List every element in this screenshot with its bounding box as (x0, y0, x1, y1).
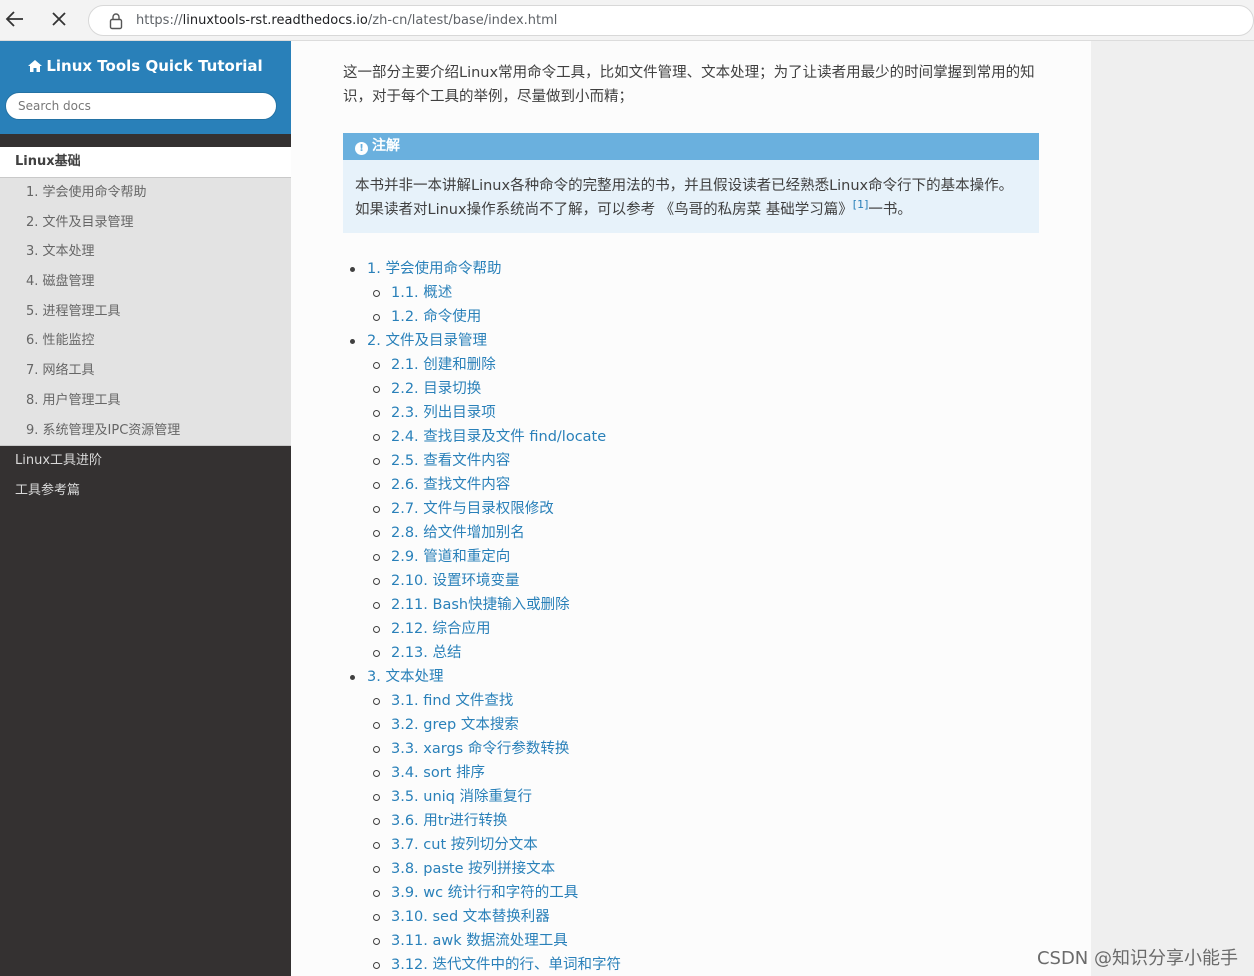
sidebar-item-section[interactable]: 工具参考篇 (0, 476, 291, 506)
toc-item: 3. 文本处理 (343, 665, 1043, 689)
lock-icon[interactable] (109, 12, 123, 30)
sidebar-gap (0, 134, 291, 147)
toc-item: 2.4. 查找目录及文件 find/locate (343, 425, 1043, 449)
toc-item: 1.1. 概述 (343, 281, 1043, 305)
toc-link[interactable]: 1.2. 命令使用 (391, 309, 481, 325)
toc-item: 3.3. xargs 命令行参数转换 (343, 737, 1043, 761)
toc-link[interactable]: 2.7. 文件与目录权限修改 (391, 501, 554, 517)
toc-link[interactable]: 2.9. 管道和重定向 (391, 549, 510, 565)
sidebar-header: Linux Tools Quick Tutorial (0, 41, 291, 134)
address-bar[interactable]: https://linuxtools-rst.readthedocs.io/zh… (88, 5, 1254, 36)
toc-link[interactable]: 2.12. 综合应用 (391, 621, 491, 637)
footnote-link[interactable]: [1] (853, 198, 869, 211)
toc-item: 3.1. find 文件查找 (343, 689, 1043, 713)
toc-link[interactable]: 2.2. 目录切换 (391, 381, 481, 397)
home-icon (28, 58, 43, 72)
toc-link[interactable]: 3.1. find 文件查找 (391, 693, 513, 709)
sidebar-item-section[interactable]: Linux工具进阶 (0, 446, 291, 476)
toc-item: 2.6. 查找文件内容 (343, 473, 1043, 497)
sidebar-sub-item[interactable]: 9. 系统管理及IPC资源管理 (0, 416, 291, 446)
info-icon: ! (355, 142, 368, 155)
sidebar-sub-list: 1. 学会使用命令帮助 2. 文件及目录管理 3. 文本处理 4. 磁盘管理 5. 进程… (0, 177, 291, 447)
toc-item: 3.12. 迭代文件中的行、单词和字符 (343, 953, 1043, 976)
brand-link[interactable]: Linux Tools Quick Tutorial (0, 57, 291, 75)
intro-paragraph: 这一部分主要介绍Linux常用命令工具，比如文件管理、文本处理；为了让读者用最少… (343, 65, 1035, 105)
toc-link[interactable]: 3.10. sed 文本替换利器 (391, 909, 550, 925)
toc-link[interactable]: 2.10. 设置环境变量 (391, 573, 520, 589)
toc-link[interactable]: 2.3. 列出目录项 (391, 405, 496, 421)
toc-item: 3.8. paste 按列拼接文本 (343, 857, 1043, 881)
toc-list: 1. 学会使用命令帮助 1.1. 概述 1.2. 命令使用 2. 文件及目录管理 2.1… (343, 257, 1043, 976)
sidebar-sub-item[interactable]: 2. 文件及目录管理 (0, 208, 291, 238)
toc-item: 3.5. uniq 消除重复行 (343, 785, 1043, 809)
toc-item: 2.13. 总结 (343, 641, 1043, 665)
toc-link[interactable]: 2.13. 总结 (391, 645, 462, 661)
toc-link[interactable]: 3.7. cut 按列切分文本 (391, 837, 538, 853)
back-arrow-icon[interactable] (2, 8, 28, 34)
sidebar-sub-item[interactable]: 5. 进程管理工具 (0, 297, 291, 327)
toc-item: 2.5. 查看文件内容 (343, 449, 1043, 473)
toc-link[interactable]: 3.8. paste 按列拼接文本 (391, 861, 555, 877)
sidebar-other-sections: Linux工具进阶 工具参考篇 (0, 446, 291, 505)
url-text: https://linuxtools-rst.readthedocs.io/zh… (136, 13, 558, 28)
toc-link[interactable]: 3.9. wc 统计行和字符的工具 (391, 885, 578, 901)
toc-item: 1. 学会使用命令帮助 (343, 257, 1043, 281)
toc-link[interactable]: 3.3. xargs 命令行参数转换 (391, 741, 569, 757)
toc-item: 2.12. 综合应用 (343, 617, 1043, 641)
note-title: ! 注解 (343, 133, 1039, 160)
toc-item: 2.10. 设置环境变量 (343, 569, 1043, 593)
toc-link[interactable]: 3.11. awk 数据流处理工具 (391, 933, 568, 949)
sidebar-sub-item[interactable]: 8. 用户管理工具 (0, 386, 291, 416)
toc-link[interactable]: 1.1. 概述 (391, 285, 452, 301)
toc-link[interactable]: 3.12. 迭代文件中的行、单词和字符 (391, 957, 621, 973)
toc-item: 3.4. sort 排序 (343, 761, 1043, 785)
right-gutter (1091, 41, 1254, 976)
sidebar-sub-item[interactable]: 7. 网络工具 (0, 356, 291, 386)
toc-link[interactable]: 2.5. 查看文件内容 (391, 453, 510, 469)
toc-link[interactable]: 3.6. 用tr进行转换 (391, 813, 507, 829)
sidebar-item-linux-basics[interactable]: Linux基础 (0, 147, 291, 177)
sidebar-sub-item[interactable]: 4. 磁盘管理 (0, 267, 291, 297)
toc-item: 2.11. Bash快捷输入或删除 (343, 593, 1043, 617)
note-body: 本书并非一本讲解Linux各种命令的完整用法的书，并且假设读者已经熟悉Linux… (355, 178, 1014, 218)
toc-item: 3.11. awk 数据流处理工具 (343, 929, 1043, 953)
watermark: CSDN @知识分享小能手 (1036, 948, 1238, 969)
toc-link[interactable]: 3.2. grep 文本搜索 (391, 717, 519, 733)
search-input[interactable] (5, 92, 277, 120)
sidebar-sub-item[interactable]: 1. 学会使用命令帮助 (0, 178, 291, 208)
toc-item: 3.6. 用tr进行转换 (343, 809, 1043, 833)
toc-item: 1.2. 命令使用 (343, 305, 1043, 329)
toc-item: 3.7. cut 按列切分文本 (343, 833, 1043, 857)
toc-link[interactable]: 2.1. 创建和删除 (391, 357, 496, 373)
sidebar-sub-item[interactable]: 6. 性能监控 (0, 326, 291, 356)
toc-link[interactable]: 2. 文件及目录管理 (367, 333, 487, 349)
toc-item: 2.7. 文件与目录权限修改 (343, 497, 1043, 521)
stop-loading-icon[interactable] (46, 8, 72, 34)
toc-item: 3.9. wc 统计行和字符的工具 (343, 881, 1043, 905)
toc-link[interactable]: 3.5. uniq 消除重复行 (391, 789, 532, 805)
sidebar: Linux Tools Quick Tutorial Linux基础 1. 学会… (0, 41, 291, 976)
toc-item: 2.3. 列出目录项 (343, 401, 1043, 425)
toc-link[interactable]: 1. 学会使用命令帮助 (367, 261, 501, 277)
note-admonition: ! 注解 本书并非一本讲解Linux各种命令的完整用法的书，并且假设读者已经熟悉L… (343, 133, 1039, 233)
toc-link[interactable]: 3.4. sort 排序 (391, 765, 485, 781)
toc-link[interactable]: 2.6. 查找文件内容 (391, 477, 510, 493)
toc-item: 2.1. 创建和删除 (343, 353, 1043, 377)
toc-item: 2.8. 给文件增加别名 (343, 521, 1043, 545)
toc-link[interactable]: 2.4. 查找目录及文件 find/locate (391, 429, 606, 445)
toc-item: 2. 文件及目录管理 (343, 329, 1043, 353)
toc-item: 2.9. 管道和重定向 (343, 545, 1043, 569)
toc-item: 3.10. sed 文本替换利器 (343, 905, 1043, 929)
toc-link[interactable]: 2.11. Bash快捷输入或删除 (391, 597, 570, 613)
toc-link[interactable]: 2.8. 给文件增加别名 (391, 525, 525, 541)
toc-link[interactable]: 3. 文本处理 (367, 669, 443, 685)
main-content: 这一部分主要介绍Linux常用命令工具，比如文件管理、文本处理；为了让读者用最少… (291, 41, 1091, 976)
browser-toolbar: https://linuxtools-rst.readthedocs.io/zh… (0, 0, 1254, 41)
toc-item: 2.2. 目录切换 (343, 377, 1043, 401)
toc-item: 3.2. grep 文本搜索 (343, 713, 1043, 737)
sidebar-sub-item[interactable]: 3. 文本处理 (0, 237, 291, 267)
